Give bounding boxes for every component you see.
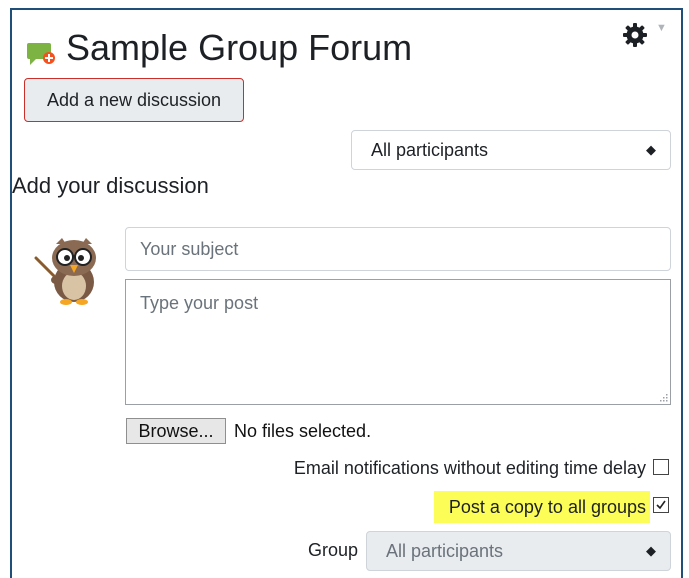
- select-arrows-icon: ◆: [646, 142, 656, 157]
- section-title: Add your discussion: [12, 173, 209, 198]
- email-notification-checkbox[interactable]: [653, 459, 669, 475]
- owl-teacher-avatar: [34, 238, 96, 305]
- post-copy-checkbox[interactable]: [653, 497, 669, 513]
- resize-handle-icon[interactable]: [658, 392, 668, 402]
- gear-icon[interactable]: [622, 22, 648, 48]
- post-placeholder: Type your post: [140, 293, 259, 313]
- add-discussion-button[interactable]: Add a new discussion: [24, 78, 244, 122]
- forum-panel: Sample Group Forum ▼ Add a new discussio…: [10, 8, 683, 578]
- subject-input[interactable]: Your subject: [125, 227, 671, 271]
- post-copy-label: Post a copy to all groups: [448, 497, 646, 517]
- file-status: No files selected.: [234, 421, 372, 441]
- post-textarea[interactable]: Type your post: [125, 279, 671, 405]
- caret-down-icon[interactable]: ▼: [656, 22, 667, 34]
- group-label: Group: [308, 540, 359, 560]
- forum-chat-icon: [27, 43, 55, 65]
- browse-button[interactable]: Browse...: [126, 418, 226, 444]
- checkmark-icon: [656, 500, 666, 510]
- page-title: Sample Group Forum: [66, 27, 413, 68]
- group-select[interactable]: All participants ◆: [366, 531, 671, 571]
- group-filter-value: All participants: [371, 140, 489, 160]
- select-arrows-icon: ◆: [646, 543, 656, 558]
- email-notification-label: Email notifications without editing time…: [293, 458, 646, 478]
- group-select-value: All participants: [386, 541, 504, 561]
- group-filter-select[interactable]: All participants ◆: [351, 130, 671, 170]
